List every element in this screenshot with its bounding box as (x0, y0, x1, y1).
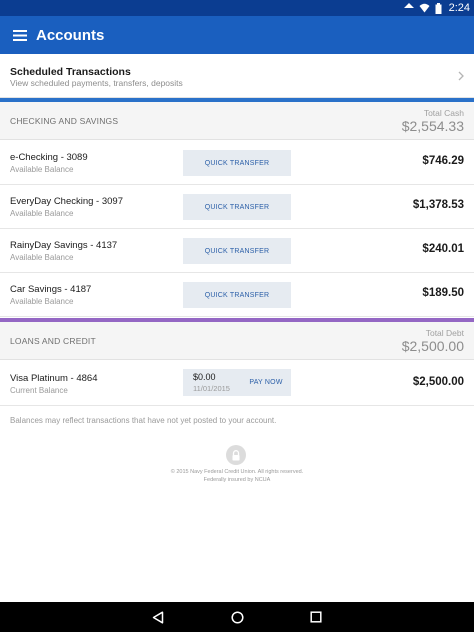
loans-section-header: LOANS AND CREDIT Total Debt $2,500.00 (0, 322, 474, 360)
account-balance: $1,378.53 (412, 199, 464, 211)
quick-transfer-button[interactable]: QUICK TRANSFER (183, 150, 291, 176)
checking-section-label: CHECKING AND SAVINGS (10, 116, 119, 126)
balance-disclaimer: Balances may reflect transactions that h… (10, 416, 277, 425)
scheduled-transactions-row[interactable]: Scheduled Transactions View scheduled pa… (0, 56, 474, 98)
account-name: Car Savings - 4187 (10, 284, 92, 295)
quick-transfer-button[interactable]: QUICK TRANSFER (183, 238, 291, 264)
menu-icon (13, 29, 27, 41)
copyright-text: © 2015 Navy Federal Credit Union. All ri… (170, 469, 304, 475)
total-debt-label: Total Debt (425, 328, 464, 338)
account-balance: $240.01 (422, 243, 464, 255)
account-balance: $189.50 (422, 287, 464, 299)
home-button[interactable] (229, 609, 245, 625)
account-balance-label: Current Balance (10, 386, 68, 395)
signal-icon (403, 3, 414, 9)
account-balance-label: Available Balance (10, 165, 74, 174)
payment-due-date: 11/01/2015 (193, 384, 230, 393)
account-balance-label: Available Balance (10, 297, 74, 306)
account-name: RainyDay Savings - 4137 (10, 240, 118, 251)
account-row-car-savings[interactable]: Car Savings - 4187 Available Balance QUI… (0, 273, 474, 317)
lock-badge (226, 445, 246, 465)
total-debt-value: $2,500.00 (401, 338, 464, 354)
total-cash-label: Total Cash (423, 108, 464, 118)
loans-section-label: LOANS AND CREDIT (10, 336, 96, 346)
status-time: 2:24 (448, 2, 470, 14)
recents-icon (310, 611, 322, 623)
total-cash-value: $2,554.33 (401, 118, 464, 134)
navigation-bar (0, 602, 474, 632)
app-bar: Accounts (0, 16, 474, 54)
account-balance: $746.29 (422, 155, 464, 167)
status-icons: 2:24 (403, 1, 470, 15)
payment-due-amount: $0.00 (193, 372, 216, 382)
account-balance-label: Available Balance (10, 253, 74, 262)
pay-now-button[interactable]: PAY NOW (241, 369, 291, 396)
battery-icon (435, 2, 442, 14)
ncua-insured-text: Federally insured by NCUA (203, 477, 271, 483)
account-row-echecking[interactable]: e-Checking - 3089 Available Balance QUIC… (0, 141, 474, 185)
account-name: EveryDay Checking - 3097 (10, 196, 123, 207)
chevron-right-icon (458, 71, 464, 81)
quick-transfer-button[interactable]: QUICK TRANSFER (183, 282, 291, 308)
quick-transfer-button[interactable]: QUICK TRANSFER (183, 194, 291, 220)
account-balance-label: Available Balance (10, 209, 74, 218)
account-name: e-Checking - 3089 (10, 152, 88, 163)
status-bar: 2:24 (0, 0, 474, 16)
page-title: Accounts (36, 26, 105, 44)
payment-due-box: $0.00 11/01/2015 PAY NOW (183, 369, 291, 396)
lock-icon (232, 449, 240, 460)
scheduled-title: Scheduled Transactions (10, 66, 131, 78)
checking-section-header: CHECKING AND SAVINGS Total Cash $2,554.3… (0, 102, 474, 140)
home-icon (230, 610, 244, 624)
back-button[interactable] (150, 609, 166, 625)
recents-button[interactable] (308, 609, 324, 625)
account-balance: $2,500.00 (412, 376, 464, 388)
menu-button[interactable] (0, 16, 40, 54)
account-row-rainyday-savings[interactable]: RainyDay Savings - 4137 Available Balanc… (0, 229, 474, 273)
account-row-visa-platinum[interactable]: Visa Platinum - 4864 Current Balance $0.… (0, 362, 474, 406)
account-name: Visa Platinum - 4864 (10, 373, 98, 384)
account-row-everyday-checking[interactable]: EveryDay Checking - 3097 Available Balan… (0, 185, 474, 229)
back-icon (152, 610, 164, 624)
scheduled-subtitle: View scheduled payments, transfers, depo… (10, 78, 183, 88)
wifi-icon (419, 3, 430, 13)
